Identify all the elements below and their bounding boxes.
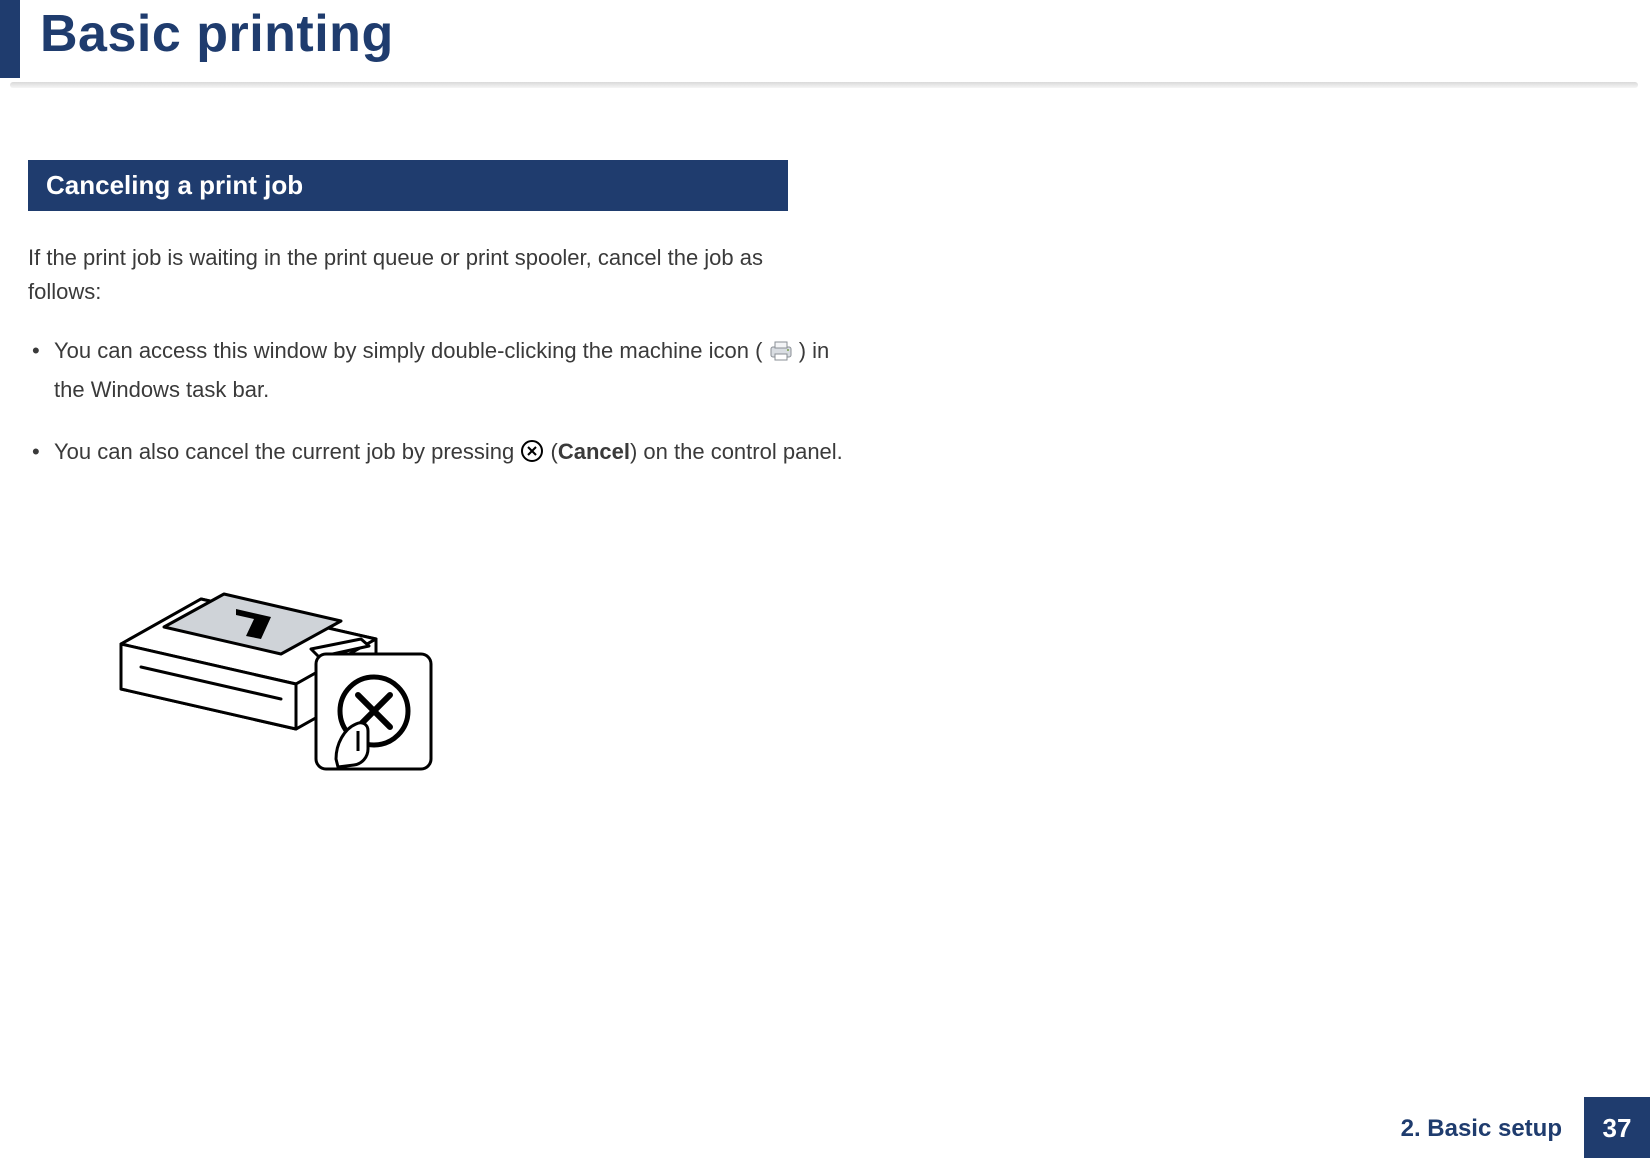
bullet-item-1: You can access this window by simply dou… xyxy=(54,333,854,407)
bullet-item-2: You can also cancel the current job by p… xyxy=(54,434,854,473)
footer-chapter-label: 2. Basic setup xyxy=(1379,1097,1584,1158)
section-intro-text: If the print job is waiting in the print… xyxy=(28,241,828,309)
bullet-2-paren-open: ( xyxy=(551,439,558,464)
printer-cancel-illustration xyxy=(86,499,828,784)
bullet-2-cancel-label: Cancel xyxy=(558,439,630,464)
bullet-2-text-pre: You can also cancel the current job by p… xyxy=(54,439,520,464)
page-footer: 2. Basic setup 37 xyxy=(1379,1097,1650,1158)
page-header: Basic printing xyxy=(0,0,1650,86)
header-divider xyxy=(10,82,1638,88)
footer-page-number: 37 xyxy=(1584,1097,1650,1158)
header-accent-box xyxy=(0,0,20,78)
section-heading: Canceling a print job xyxy=(28,160,788,211)
bullet-2-paren-close: ) on the control panel. xyxy=(630,439,843,464)
content-column: Canceling a print job If the print job i… xyxy=(28,160,828,784)
cancel-button-icon xyxy=(520,438,544,473)
bullet-1-text-pre: You can access this window by simply dou… xyxy=(54,338,762,363)
page-title: Basic printing xyxy=(40,4,394,64)
printer-taskbar-icon xyxy=(769,337,793,372)
bullet-list: You can access this window by simply dou… xyxy=(28,333,854,473)
